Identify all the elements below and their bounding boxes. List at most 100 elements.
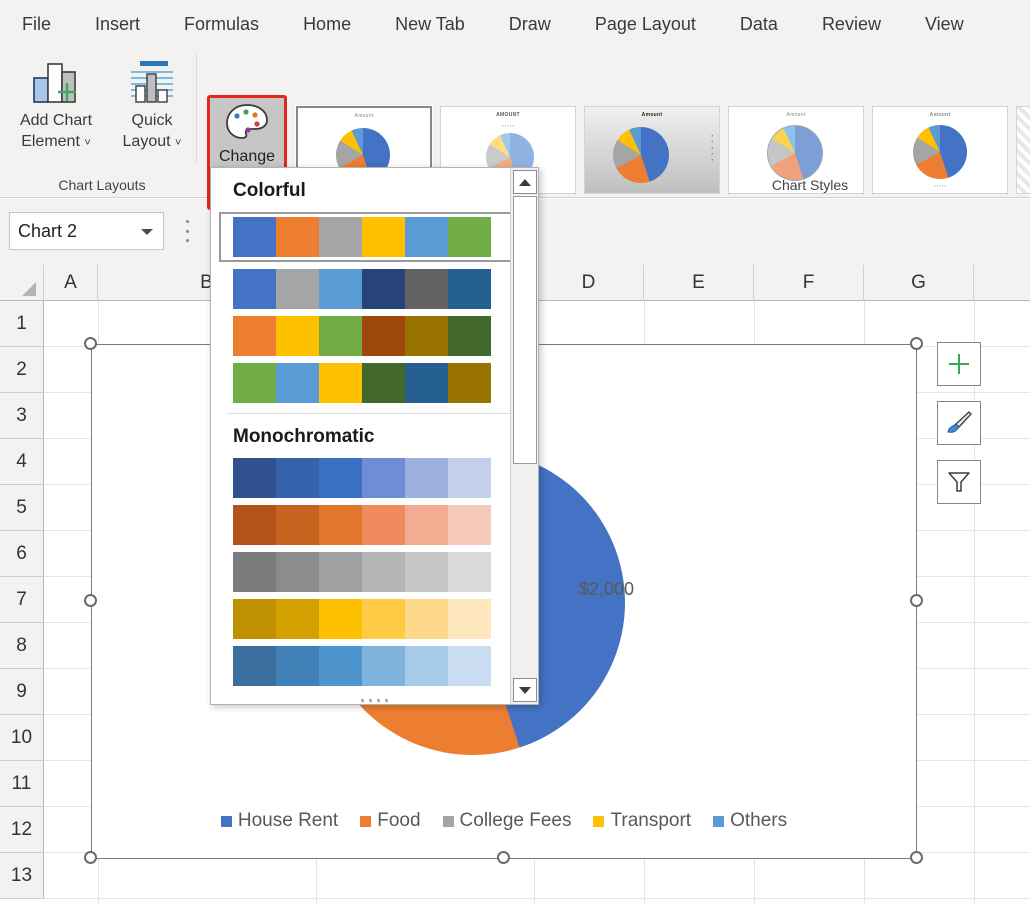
- tab-insert[interactable]: Insert: [73, 0, 162, 48]
- name-box[interactable]: Chart 2: [9, 212, 164, 250]
- color-swatch: [233, 599, 276, 639]
- color-swatch: [319, 363, 362, 403]
- tab-draw[interactable]: Draw: [487, 0, 573, 48]
- column-header-f[interactable]: F: [754, 265, 864, 301]
- color-palette-mono-2[interactable]: [211, 505, 538, 545]
- resize-handle-bottom-left[interactable]: [84, 851, 97, 864]
- tab-home[interactable]: Home: [281, 0, 373, 48]
- resize-handle-middle-right[interactable]: [910, 594, 923, 607]
- color-swatch: [362, 458, 405, 498]
- legend-item-transport[interactable]: Transport: [593, 810, 691, 832]
- legend-label: College Fees: [460, 810, 572, 832]
- color-swatch: [276, 269, 319, 309]
- row-header-3[interactable]: 3: [0, 393, 44, 439]
- color-swatch: [276, 458, 319, 498]
- scroll-thumb[interactable]: [513, 196, 537, 464]
- pie-data-label[interactable]: $2,000: [579, 579, 634, 600]
- color-palette-mono-5[interactable]: [211, 646, 538, 686]
- quick-layout-label-2: Layout: [123, 133, 171, 150]
- row-header-6[interactable]: 6: [0, 531, 44, 577]
- color-swatch: [405, 363, 448, 403]
- quick-layout-button[interactable]: Quick Layout ˅: [104, 52, 200, 172]
- tab-file[interactable]: File: [0, 0, 73, 48]
- tab-new-tab[interactable]: New Tab: [373, 0, 487, 48]
- row-header-10[interactable]: 10: [0, 715, 44, 761]
- thumb-pie: [613, 127, 669, 183]
- row-header-7[interactable]: 7: [0, 577, 44, 623]
- color-swatch: [233, 217, 276, 257]
- resize-handle-bottom-center[interactable]: [497, 851, 510, 864]
- tab-review[interactable]: Review: [800, 0, 903, 48]
- column-header-e[interactable]: E: [644, 265, 754, 301]
- chart-elements-button[interactable]: [937, 342, 981, 386]
- color-swatch: [362, 505, 405, 545]
- thumb-legend: ▪ ▪ ▪ ▪ ▪: [441, 123, 575, 128]
- row-header-4[interactable]: 4: [0, 439, 44, 485]
- color-palette-mono-3[interactable]: [211, 552, 538, 592]
- resize-handle-top-right[interactable]: [910, 337, 923, 350]
- tab-page-layout[interactable]: Page Layout: [573, 0, 718, 48]
- color-palette-colorful-4[interactable]: [211, 363, 538, 403]
- dropdown-scrollbar[interactable]: [510, 168, 538, 704]
- color-palette-mono-1[interactable]: [211, 458, 538, 498]
- row-header-1[interactable]: 1: [0, 301, 44, 347]
- legend-swatch-icon: [221, 816, 232, 827]
- color-swatch: [362, 552, 405, 592]
- color-palette-mono-4[interactable]: [211, 599, 538, 639]
- row-header-11[interactable]: 11: [0, 761, 44, 807]
- color-swatch: [405, 458, 448, 498]
- legend-item-college-fees[interactable]: College Fees: [443, 810, 572, 832]
- color-swatch: [276, 217, 319, 257]
- legend-item-house-rent[interactable]: House Rent: [221, 810, 338, 832]
- change-colors-dropdown[interactable]: Colorful: [210, 167, 539, 705]
- resize-handle-top-left[interactable]: [84, 337, 97, 350]
- legend-item-food[interactable]: Food: [360, 810, 420, 832]
- row-header-2[interactable]: 2: [0, 347, 44, 393]
- color-swatch: [448, 363, 491, 403]
- formula-bar-menu[interactable]: [186, 220, 190, 242]
- resize-handle-bottom-right[interactable]: [910, 851, 923, 864]
- color-swatch: [405, 217, 448, 257]
- quick-layout-icon: [124, 58, 180, 106]
- quick-layout-label-1: Quick: [132, 112, 173, 129]
- color-swatch: [233, 363, 276, 403]
- color-palette-colorful-2[interactable]: [211, 269, 538, 309]
- group-label-chart-styles: Chart Styles: [560, 177, 1030, 193]
- color-swatch: [319, 599, 362, 639]
- tab-view[interactable]: View: [903, 0, 986, 48]
- chart-styles-button[interactable]: [937, 401, 981, 445]
- color-swatch: [448, 269, 491, 309]
- row-header-12[interactable]: 12: [0, 807, 44, 853]
- color-palette-colorful-1[interactable]: [219, 212, 530, 262]
- ribbon-tab-bar: File Insert Formulas Home New Tab Draw P…: [0, 0, 1030, 48]
- color-swatch: [448, 646, 491, 686]
- chart-legend[interactable]: House Rent Food College Fees Transport O…: [92, 810, 916, 832]
- select-all-corner[interactable]: [0, 265, 44, 301]
- row-header-9[interactable]: 9: [0, 669, 44, 715]
- color-swatch: [405, 269, 448, 309]
- column-header-a[interactable]: A: [44, 265, 98, 301]
- section-title-monochromatic: Monochromatic: [211, 414, 538, 458]
- scroll-down-button[interactable]: [513, 678, 537, 702]
- palette-icon: [223, 102, 271, 144]
- menu-grip: [211, 693, 538, 702]
- paintbrush-icon: [945, 409, 973, 437]
- change-colors-label-1: Change: [219, 148, 275, 165]
- scroll-up-button[interactable]: [513, 170, 537, 194]
- color-swatch: [319, 316, 362, 356]
- chart-filters-button[interactable]: [937, 460, 981, 504]
- column-header-g[interactable]: G: [864, 265, 974, 301]
- color-palette-colorful-3[interactable]: [211, 316, 538, 356]
- resize-handle-middle-left[interactable]: [84, 594, 97, 607]
- add-chart-element-button[interactable]: Add Chart Element ˅: [8, 52, 104, 172]
- row-header-13[interactable]: 13: [0, 853, 44, 899]
- chevron-down-icon[interactable]: [141, 229, 153, 235]
- row-header-8[interactable]: 8: [0, 623, 44, 669]
- tab-data[interactable]: Data: [718, 0, 800, 48]
- row-header-5[interactable]: 5: [0, 485, 44, 531]
- legend-item-others[interactable]: Others: [713, 810, 787, 832]
- legend-swatch-icon: [593, 816, 604, 827]
- column-header-d[interactable]: D: [534, 265, 644, 301]
- color-swatch: [233, 269, 276, 309]
- tab-formulas[interactable]: Formulas: [162, 0, 281, 48]
